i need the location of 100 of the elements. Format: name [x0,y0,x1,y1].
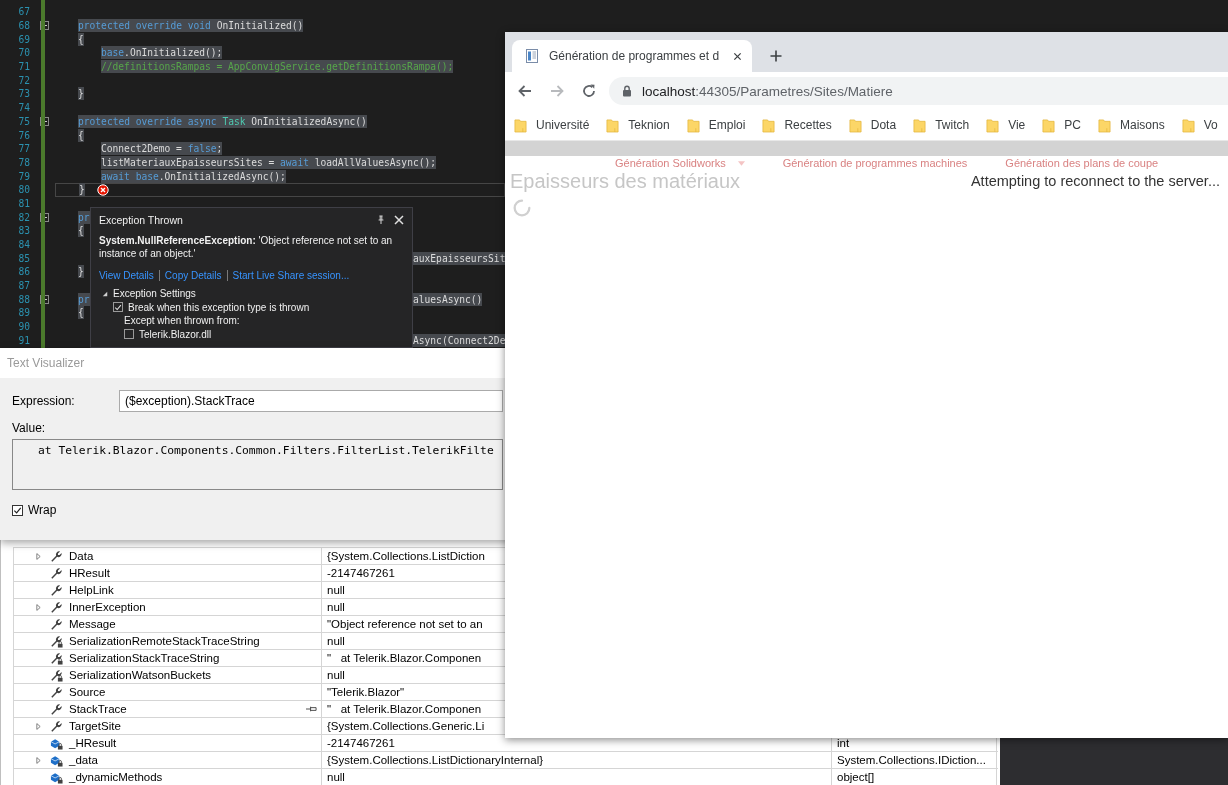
line-number: 73 [17,88,30,100]
document-icon [524,48,540,64]
variable-value: "Object reference not set to an [327,618,483,630]
code-text: { [78,306,84,320]
value-box[interactable]: at Telerik.Blazor.Components.Common.Filters.FilterList.TelerikFilte [12,439,503,490]
checkbox[interactable] [12,504,23,516]
bookmark[interactable]: Dota [848,117,897,133]
code-text: protected override async Task OnInitializedAsync() [78,114,367,128]
line-number: 68 [17,20,30,32]
folder-icon [986,117,1000,133]
bookmark[interactable]: Twitch [913,117,970,133]
expand-icon[interactable] [36,552,41,560]
code-text: { [78,224,84,238]
line-number: 80 [17,184,30,196]
bookmark[interactable]: Emploi [686,117,746,133]
expander-icon[interactable] [102,290,108,297]
folder-icon [686,117,700,133]
variable-name: StackTrace [69,703,128,715]
wrench-icon [50,566,63,580]
loading-spinner [511,197,533,219]
expand-icon[interactable] [36,756,41,764]
collapse-icon[interactable] [40,294,49,304]
line-number: 81 [17,197,30,209]
line-number: 71 [17,61,30,73]
left-arrow-icon [517,83,533,99]
browser-tab[interactable]: Génération de programmes et d [512,40,752,72]
option-label: Except when thrown from: [123,314,241,327]
code-text: //definitionsRampas = AppConvigService.getDefinitionsRampa(); [101,60,454,74]
checkbox[interactable] [124,329,134,339]
variable-value: "Telerik.Blazor" [327,686,405,698]
variable-value: {System.Collections.ListDictionaryInternal} [327,754,544,766]
checkbox-label: Wrap [28,503,57,517]
line-number: 82 [17,211,30,223]
reconnect-message: Attempting to reconnect to the server... [970,173,1220,189]
pin-icon[interactable] [306,705,317,713]
folder-icon [762,117,776,133]
line-number: 75 [17,115,30,127]
link[interactable]: View Details [99,270,159,281]
code-text: Async(Connect2De [413,333,506,347]
wrench-lock-icon [50,651,63,665]
variable-value: null [327,669,345,681]
code-text: { [78,32,84,46]
variable-value: -2147467261 [327,567,395,579]
variable-name: InnerException [69,601,147,613]
line-number: 70 [17,47,30,59]
line-number: 77 [17,143,30,155]
expression-field[interactable]: ($exception).StackTrace [119,390,503,412]
variable-type: System.Collections.IDiction... [837,754,986,766]
link[interactable]: Copy Details [158,270,227,281]
code-text: await base.OnInitializedAsync(); [101,169,286,183]
code-text: } [78,87,84,101]
code-text: } [79,183,85,197]
variable-name: Data [69,550,95,562]
bookmark[interactable]: Vo [1181,117,1218,133]
collapse-icon[interactable] [40,212,49,222]
reload-icon [581,83,597,99]
wrench-icon [50,549,63,563]
tab-title: Génération de programmes et d [549,49,721,63]
link[interactable]: Start Live Share session... [226,270,355,281]
window-title: Text Visualizer [7,356,85,370]
wrench-icon [50,600,63,614]
wrench-icon [50,617,63,631]
variable-value: null [327,584,345,596]
line-number: 85 [17,252,30,264]
variable-value: " at Telerik.Blazor.Componen [327,703,482,715]
code-text: listMateriauxEpaisseursSites = await loadAllValuesAsync(); [101,155,437,169]
line-number: 87 [17,280,30,292]
wrench-lock-icon [50,668,63,682]
collapse-icon[interactable] [40,21,49,31]
collapse-icon[interactable] [40,116,49,126]
line-number: 89 [17,307,30,319]
variable-name: SerializationWatsonBuckets [69,669,213,681]
variable-value: " at Telerik.Blazor.Componen [327,652,482,664]
folder-icon [913,117,927,133]
bookmark[interactable]: Vie [986,117,1026,133]
variable-name: _HResult [69,737,118,749]
line-number: 72 [17,74,30,86]
folder-icon [1097,117,1111,133]
bookmark[interactable]: Université [514,117,590,133]
folder-icon [848,117,862,133]
page-heading: Epaisseurs des matériaux [510,170,741,192]
expand-icon[interactable] [36,603,41,611]
line-number: 88 [17,293,30,305]
exception-message: System.NullReferenceException: 'Object reference not set to an instance of an object.' [99,234,394,260]
bookmark[interactable]: PC [1042,117,1081,133]
bookmark[interactable]: Maisons [1097,117,1165,133]
expand-icon[interactable] [36,722,41,730]
variable-name: SerializationRemoteStackTraceString [69,635,261,647]
variable-type: object[] [837,771,875,783]
address-bar[interactable]: localhost:44305/Parametres/Sites/Matiere [609,77,1228,105]
bookmark[interactable]: Recettes [762,117,832,133]
folder-icon [1181,117,1195,133]
wrench-icon [50,583,63,597]
code-text: pr [78,292,90,306]
close-icon[interactable] [733,51,742,61]
variable-type: int [837,737,850,749]
code-text: aluesAsync() [413,292,483,306]
checkbox[interactable] [113,302,123,312]
variable-name: HelpLink [69,584,115,596]
bookmark[interactable]: Teknion [606,117,670,133]
